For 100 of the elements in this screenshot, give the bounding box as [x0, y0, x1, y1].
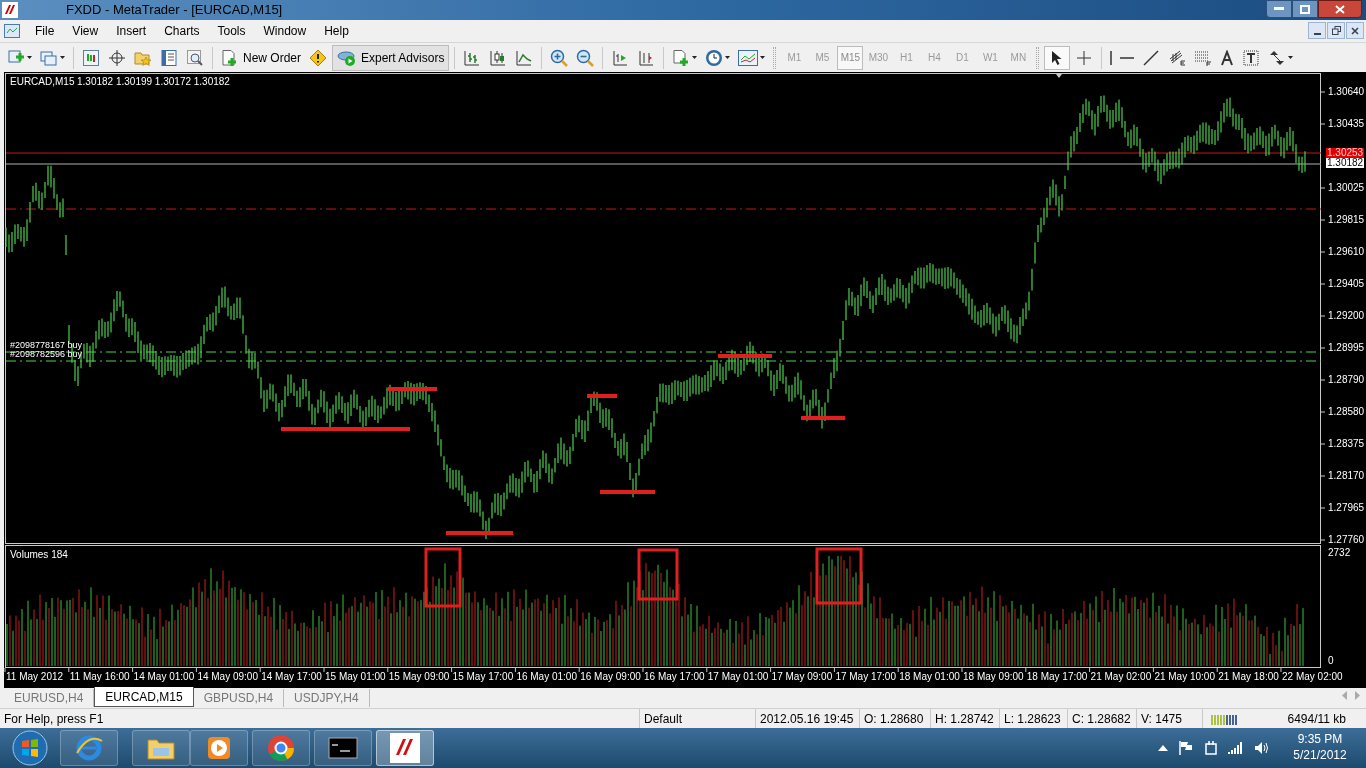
dotted-lines-icon — [1194, 48, 1213, 67]
time-label: 21 May 18:00 — [1218, 672, 1279, 682]
timeframe-button[interactable]: M1 — [781, 45, 808, 70]
timeframe-button[interactable]: H4 — [921, 45, 948, 70]
clock-time: 9:35 PM — [1297, 731, 1343, 747]
level-line — [718, 354, 772, 358]
clock-icon — [705, 48, 724, 67]
volume-label: Volumes 184 — [10, 550, 68, 560]
price-label: 1.28375 — [1328, 439, 1365, 449]
timeframe-button[interactable]: M15 — [837, 45, 864, 70]
mdi-close-button[interactable] — [1346, 22, 1364, 39]
chrome-icon — [266, 733, 296, 763]
e-browser-icon — [74, 733, 104, 763]
chart-tab[interactable]: EURCAD,M15 — [94, 687, 194, 707]
maximize-button[interactable] — [1292, 0, 1318, 18]
time-label: 14 May 09:00 — [197, 672, 258, 682]
timeframe-button[interactable]: W1 — [977, 45, 1004, 70]
price-label: 1.30435 — [1328, 119, 1365, 129]
menu-item[interactable]: Insert — [107, 22, 156, 40]
arrows-window-icon — [82, 48, 100, 67]
highlight-rectangle — [424, 547, 462, 608]
bars-icon — [463, 48, 482, 67]
time-label: 11 May 16:00 — [69, 672, 130, 682]
time-label: 21 May 02:00 — [1090, 672, 1152, 682]
arrows-icon — [1268, 48, 1287, 67]
time-label: 18 May 17:00 — [1026, 672, 1088, 682]
command-prompt-button[interactable] — [314, 730, 372, 766]
cursor-button[interactable] — [1044, 45, 1071, 70]
minimize-button[interactable] — [1266, 0, 1292, 18]
caret-icon — [27, 56, 32, 59]
magnifier-chart-icon — [186, 48, 204, 67]
fxdd-logo-icon — [390, 733, 420, 763]
timeframe-button[interactable]: D1 — [949, 45, 976, 70]
browser-button[interactable] — [60, 730, 118, 766]
restore-icon — [1331, 26, 1341, 35]
fxdd-button[interactable] — [376, 730, 434, 766]
zoom-in-icon — [550, 48, 569, 67]
windows-orb-icon — [12, 730, 48, 766]
close-icon — [1351, 26, 1359, 35]
chart-tab[interactable]: USDJPY,H4 — [284, 689, 370, 707]
menu-item[interactable]: Tools — [208, 22, 255, 40]
shift-icon — [637, 48, 656, 67]
caret-icon — [60, 56, 65, 59]
timeframe-button[interactable]: M30 — [865, 45, 892, 70]
pointer-icon — [1051, 49, 1064, 66]
price-label: 1.30640 — [1328, 87, 1365, 97]
close-button[interactable] — [1318, 0, 1362, 18]
chart-window-icon — [4, 24, 20, 38]
timeframe-button[interactable]: MN — [1005, 45, 1032, 70]
play-icon — [206, 735, 232, 761]
clock-date: 5/21/2012 — [1293, 747, 1347, 763]
media-player-button[interactable] — [190, 730, 248, 766]
file-explorer-button[interactable] — [132, 730, 190, 766]
vertical-line-icon — [1110, 50, 1113, 65]
signal-icon — [1228, 742, 1244, 754]
price-label: 1.29405 — [1328, 279, 1365, 289]
time-label: 14 May 01:00 — [133, 672, 195, 682]
menu-item[interactable]: View — [63, 22, 108, 40]
time-label: 15 May 17:00 — [452, 672, 514, 682]
mdi-restore-button[interactable] — [1327, 22, 1345, 39]
windows-icon — [40, 48, 58, 67]
up-arrow-icon — [1158, 745, 1168, 751]
price-label: 1.28790 — [1328, 375, 1365, 385]
letter-icon — [1220, 49, 1235, 66]
menu-item[interactable]: Help — [315, 22, 358, 40]
price-label: 1.28995 — [1328, 343, 1365, 353]
expert-advisors-button[interactable]: Expert Advisors — [332, 44, 450, 71]
price-label: 1.29200 — [1328, 311, 1365, 321]
chart-tab[interactable]: GBPUSD,H4 — [193, 689, 285, 707]
diagonal-line-icon — [1142, 48, 1161, 67]
zoom-out-icon — [576, 48, 595, 67]
time-label: 15 May 01:00 — [325, 672, 386, 682]
price-label: 1.27760 — [1328, 535, 1365, 545]
time-label: 16 May 09:00 — [580, 672, 641, 682]
level-line — [600, 490, 655, 494]
left-arrow-icon — [1342, 691, 1348, 700]
time-label: 15 May 09:00 — [388, 672, 450, 682]
minimize-icon — [1313, 33, 1321, 35]
caret-icon — [692, 56, 698, 59]
menu-item[interactable]: File — [26, 22, 64, 40]
mdi-minimize-button[interactable] — [1308, 22, 1326, 39]
flag-icon — [1178, 740, 1194, 756]
timeframe-button[interactable]: M5 — [809, 45, 836, 70]
text-box-icon — [1242, 48, 1261, 67]
price-label: 1.28170 — [1328, 471, 1365, 481]
page-plus-icon — [221, 48, 239, 67]
terminal-icon — [328, 737, 358, 759]
list-window-icon — [160, 48, 178, 67]
time-label: 18 May 01:00 — [899, 672, 960, 682]
chrome-button[interactable] — [252, 730, 310, 766]
timeframe-button[interactable]: H1 — [893, 45, 920, 70]
level-line — [587, 394, 617, 398]
menu-item[interactable]: Window — [254, 22, 316, 40]
time-label: 17 May 17:00 — [835, 672, 896, 682]
chart-ohlc: 1.30182 1.30199 1.30172 1.30182 — [77, 77, 230, 87]
new-order-button[interactable]: New Order — [218, 45, 304, 70]
line-chart-icon — [515, 48, 534, 67]
caret-icon — [1288, 56, 1294, 59]
price-label: 1.28580 — [1328, 407, 1365, 417]
menu-item[interactable]: Charts — [155, 22, 209, 40]
